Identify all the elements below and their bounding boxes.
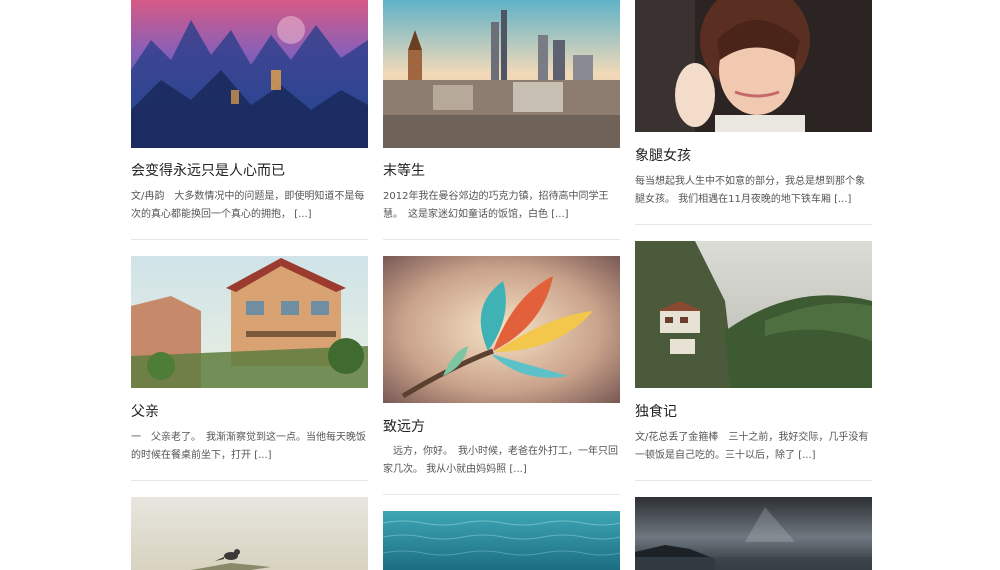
post-thumbnail[interactable] xyxy=(131,256,368,388)
read-more-link[interactable]: [...] xyxy=(834,194,851,205)
post-card: 独食记 文/花总丢了金箍棒 三十之前，我好交际，几乎没有一顿饭是自己吃的。三十以… xyxy=(635,241,872,481)
post-thumbnail[interactable] xyxy=(131,0,368,148)
read-more-link[interactable]: [...] xyxy=(551,209,568,220)
post-divider xyxy=(131,239,368,240)
fantasy-landscape-image xyxy=(131,0,368,148)
post-thumbnail[interactable] xyxy=(635,0,872,132)
bird-on-branch-image xyxy=(131,497,368,570)
post-title[interactable]: 独食记 xyxy=(635,402,677,422)
post-card: 末等生 2012年我在曼谷郊边的巧克力镇，招待高中同学王慧。 这是家迷幻如童话的… xyxy=(383,0,620,240)
stormy-coast-image xyxy=(635,497,872,570)
post-excerpt-text: 每当想起我人生中不如意的部分，我总是想到那个象腿女孩。 我们相遇在11月夜晚的地… xyxy=(635,176,865,205)
post-divider xyxy=(131,480,368,481)
post-title[interactable]: 致远方 xyxy=(383,417,425,437)
post-excerpt: 一 父亲老了。 我渐渐察觉到这一点。当他每天晚饭的时候在餐桌前坐下，打开 [..… xyxy=(131,429,368,465)
post-title[interactable]: 象腿女孩 xyxy=(635,146,691,166)
read-more-link[interactable]: [...] xyxy=(254,450,271,461)
post-title[interactable]: 末等生 xyxy=(383,161,425,181)
colorful-leaves-image xyxy=(383,256,620,403)
post-card: 象腿女孩 每当想起我人生中不如意的部分，我总是想到那个象腿女孩。 我们相遇在11… xyxy=(635,0,872,225)
mountain-monastery-image xyxy=(635,241,872,388)
post-title[interactable]: 会变得永远只是人心而已 xyxy=(131,161,285,181)
post-excerpt: 文/冉韵 大多数情况中的问题是，即使明知道不是每次的真心都能换回一个真心的拥抱，… xyxy=(131,188,368,224)
post-title[interactable]: 父亲 xyxy=(131,402,159,422)
anime-house-image xyxy=(131,256,368,388)
post-card: 会变得永远只是人心而已 文/冉韵 大多数情况中的问题是，即使明知道不是每次的真心… xyxy=(131,0,368,240)
girl-portrait-image xyxy=(635,0,872,132)
post-divider xyxy=(635,480,872,481)
post-excerpt-text: 一 父亲老了。 我渐渐察觉到这一点。当他每天晚饭的时候在餐桌前坐下，打开 xyxy=(131,432,366,461)
post-excerpt: 文/花总丢了金箍棒 三十之前，我好交际，几乎没有一顿饭是自己吃的。三十以后，除了… xyxy=(635,429,872,465)
post-thumbnail[interactable] xyxy=(383,511,620,570)
post-card xyxy=(131,497,368,570)
post-grid: 会变得永远只是人心而已 文/冉韵 大多数情况中的问题是，即使明知道不是每次的真心… xyxy=(0,0,1000,570)
post-thumbnail[interactable] xyxy=(383,0,620,148)
post-thumbnail[interactable] xyxy=(131,497,368,570)
post-card xyxy=(383,511,620,570)
city-skyline-image xyxy=(383,0,620,148)
post-card xyxy=(635,497,872,570)
post-thumbnail[interactable] xyxy=(383,256,620,403)
post-thumbnail[interactable] xyxy=(635,241,872,388)
ocean-water-image xyxy=(383,511,620,570)
post-divider xyxy=(383,494,620,495)
post-thumbnail[interactable] xyxy=(635,497,872,570)
read-more-link[interactable]: [...] xyxy=(294,209,311,220)
post-excerpt-text: 2012年我在曼谷郊边的巧克力镇，招待高中同学王慧。 这是家迷幻如童话的饭馆，白… xyxy=(383,191,609,220)
post-divider xyxy=(383,239,620,240)
post-excerpt-text: 文/花总丢了金箍棒 三十之前，我好交际，几乎没有一顿饭是自己吃的。三十以后，除了 xyxy=(635,432,869,461)
post-divider xyxy=(635,224,872,225)
post-excerpt-text: 文/冉韵 大多数情况中的问题是，即使明知道不是每次的真心都能换回一个真心的拥抱， xyxy=(131,191,365,220)
post-card: 父亲 一 父亲老了。 我渐渐察觉到这一点。当他每天晚饭的时候在餐桌前坐下，打开 … xyxy=(131,256,368,481)
read-more-link[interactable]: [...] xyxy=(509,464,526,475)
post-excerpt-text: 远方，你好。 我小时候，老爸在外打工，一年只回家几次。 我从小就由妈妈照 xyxy=(383,446,618,475)
post-excerpt: 2012年我在曼谷郊边的巧克力镇，招待高中同学王慧。 这是家迷幻如童话的饭馆，白… xyxy=(383,188,620,224)
post-excerpt: 每当想起我人生中不如意的部分，我总是想到那个象腿女孩。 我们相遇在11月夜晚的地… xyxy=(635,173,872,209)
read-more-link[interactable]: [...] xyxy=(798,450,815,461)
post-card: 致远方 远方，你好。 我小时候，老爸在外打工，一年只回家几次。 我从小就由妈妈照… xyxy=(383,256,620,495)
post-excerpt: 远方，你好。 我小时候，老爸在外打工，一年只回家几次。 我从小就由妈妈照 [..… xyxy=(383,443,620,479)
